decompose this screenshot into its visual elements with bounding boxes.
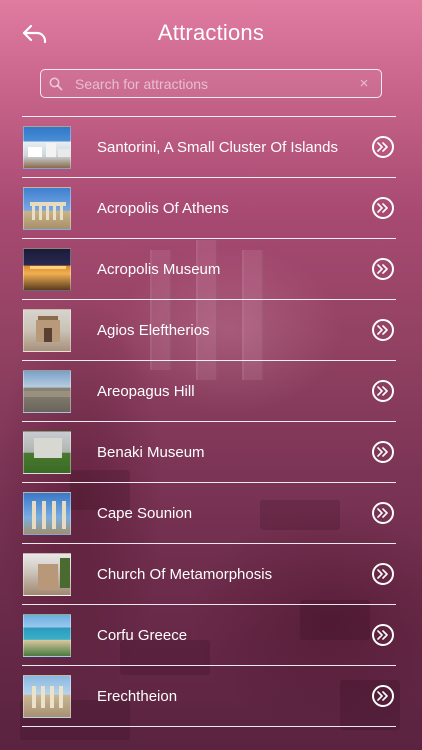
attraction-name: Church Of Metamorphosis xyxy=(97,565,273,583)
magnifier-icon xyxy=(41,70,71,97)
attraction-name: Santorini, A Small Cluster Of Islands xyxy=(97,138,338,156)
list-item[interactable]: Erechtheion xyxy=(22,666,396,727)
benaki-photo xyxy=(23,430,71,474)
chevron-right-icon xyxy=(372,441,394,463)
attractions-list: Santorini, A Small Cluster Of Islands Ac… xyxy=(22,116,396,727)
chevron-right-icon xyxy=(372,502,394,524)
attraction-name: Erechtheion xyxy=(97,687,178,705)
nav-header: Attractions xyxy=(0,0,422,64)
chevron-right-icon xyxy=(372,380,394,402)
attraction-name: Corfu Greece xyxy=(97,626,188,644)
list-item[interactable]: Acropolis Museum xyxy=(22,239,396,300)
list-item[interactable]: Cape Sounion xyxy=(22,483,396,544)
chevron-right-icon xyxy=(372,685,394,707)
church-photo xyxy=(23,308,71,352)
attraction-name: Agios Eleftherios xyxy=(97,321,210,339)
attraction-name: Areopagus Hill xyxy=(97,382,195,400)
caryatids-photo xyxy=(23,674,71,718)
clear-icon[interactable]: × xyxy=(347,75,381,92)
list-item[interactable]: Areopagus Hill xyxy=(22,361,396,422)
chevron-right-icon xyxy=(372,319,394,341)
list-item[interactable]: Agios Eleftherios xyxy=(22,300,396,361)
search-input[interactable] xyxy=(71,70,347,97)
list-item[interactable]: Corfu Greece xyxy=(22,605,396,666)
stone-church-photo xyxy=(23,552,71,596)
list-item[interactable]: Church Of Metamorphosis xyxy=(22,544,396,605)
santorini-photo xyxy=(23,125,71,169)
chevron-right-icon xyxy=(372,136,394,158)
attraction-name: Acropolis Museum xyxy=(97,260,221,278)
search-bar: × xyxy=(40,69,382,98)
hill-photo xyxy=(23,369,71,413)
chevron-right-icon xyxy=(372,197,394,219)
attraction-name: Cape Sounion xyxy=(97,504,193,522)
attraction-name: Benaki Museum xyxy=(97,443,205,461)
list-item[interactable]: Benaki Museum xyxy=(22,422,396,483)
museum-night-photo xyxy=(23,247,71,291)
page-title: Attractions xyxy=(157,20,265,45)
list-item[interactable]: Acropolis Of Athens xyxy=(22,178,396,239)
temple-columns-photo xyxy=(23,491,71,535)
coast-photo xyxy=(23,613,71,657)
list-item[interactable]: Santorini, A Small Cluster Of Islands xyxy=(22,117,396,178)
attraction-name: Acropolis Of Athens xyxy=(97,199,229,217)
chevron-right-icon xyxy=(372,563,394,585)
chevron-right-icon xyxy=(372,624,394,646)
parthenon-photo xyxy=(23,186,71,230)
chevron-right-icon xyxy=(372,258,394,280)
